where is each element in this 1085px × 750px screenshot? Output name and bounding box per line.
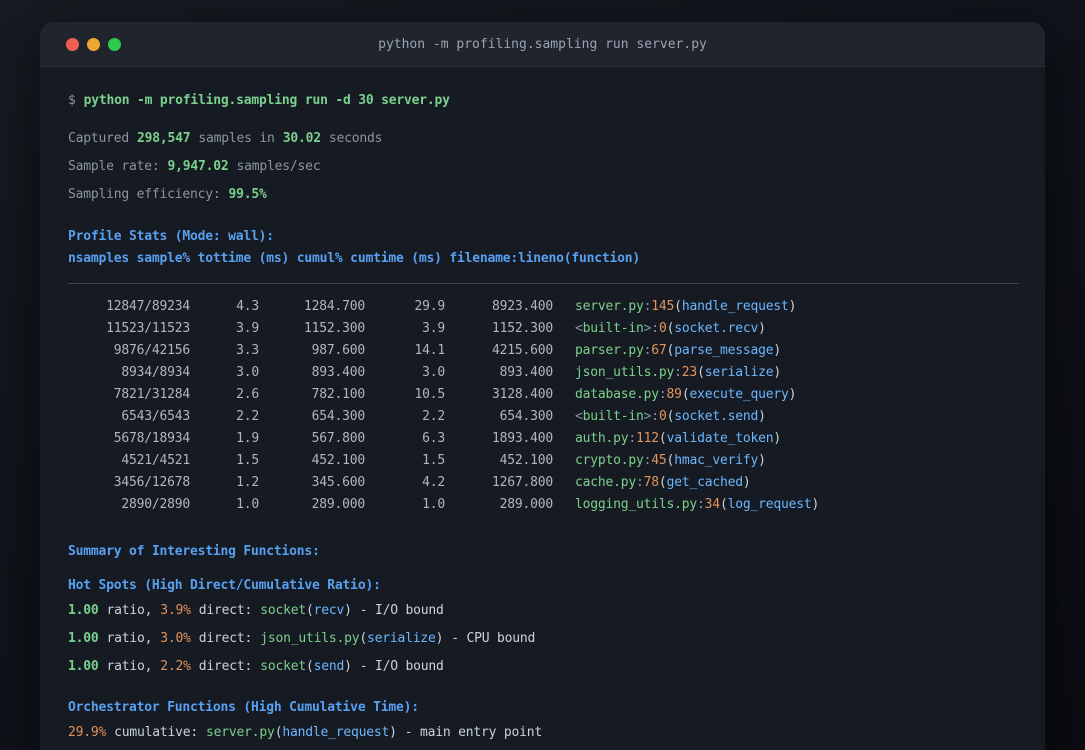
function-ref: <built-in>:0(socket.send) <box>575 409 766 424</box>
hot-spot-item: 1.00 ratio, 3.0% direct: json_utils.py(seria… <box>68 631 536 646</box>
efficiency-line: Sampling efficiency: 99.5% <box>68 185 1019 205</box>
table-row: 8934/8934 3.0 893.400 3.0 893.400 json_utils.… <box>121 365 781 380</box>
captured-samples: 298,547 <box>137 131 191 146</box>
hot-spots-heading: Hot Spots (High Direct/Cumulative Ratio)… <box>68 578 381 593</box>
table-row: 11523/11523 3.9 1152.300 3.9 1152.300 <built-… <box>106 321 766 336</box>
table-row: 7821/31284 2.6 782.100 10.5 3128.400 database… <box>113 387 797 402</box>
sample-rate-line: Sample rate: 9,947.02 samples/sec <box>68 157 1019 177</box>
orchestrator-item: 29.9% cumulative: server.py(handle_request… <box>68 725 543 740</box>
command-text: python -m profiling.sampling run -d 30 s… <box>83 93 450 108</box>
table-row: 5678/18934 1.9 567.800 6.3 1893.400 auth.py:1… <box>113 431 781 446</box>
table-row: 4521/4521 1.5 452.100 1.5 452.100 crypto.py:4… <box>121 453 766 468</box>
table-row: 9876/42156 3.3 987.600 14.1 4215.600 parser.p… <box>113 343 781 358</box>
table-row: 3456/12678 1.2 345.600 4.2 1267.800 cache.py:… <box>113 475 751 490</box>
function-ref: server.py:145(handle_request) <box>575 299 797 314</box>
prompt-symbol: $ <box>68 93 76 108</box>
table-row: 6543/6543 2.2 654.300 2.2 654.300 <built-in>:… <box>121 409 766 424</box>
hot-spot-item: 1.00 ratio, 3.9% direct: socket(recv) - I/O b… <box>68 603 444 618</box>
command-line: $ python -m profiling.sampling run -d 30 … <box>68 91 1019 111</box>
efficiency-label: Sampling efficiency: <box>68 187 221 202</box>
function-ref: crypto.py:45(hmac_verify) <box>575 453 766 468</box>
captured-suffix-label: seconds <box>328 131 383 146</box>
function-ref: json_utils.py:23(serialize) <box>575 365 781 380</box>
rate-value: 9,947.02 <box>167 159 229 174</box>
function-ref: parser.py:67(parse_message) <box>575 343 781 358</box>
table-columns-header: nsamples sample% tottime (ms) cumul% cum… <box>68 251 640 266</box>
window-title: python -m profiling.sampling run server.… <box>378 36 707 52</box>
captured-label: Captured <box>68 131 130 146</box>
function-ref: database.py:89(execute_query) <box>575 387 797 402</box>
table-row: 2890/2890 1.0 289.000 1.0 289.000 logging_uti… <box>121 497 820 512</box>
hot-spot-item: 1.00 ratio, 2.2% direct: socket(send) - I/O b… <box>68 659 444 674</box>
table-row: 12847/89234 4.3 1284.700 29.9 8923.400 server… <box>106 299 797 314</box>
rate-label: Sample rate: <box>68 159 160 174</box>
profile-table: 12847/89234 4.3 1284.700 29.9 8923.400 server… <box>68 296 1019 516</box>
titlebar: python -m profiling.sampling run server.… <box>40 22 1045 67</box>
captured-duration: 30.02 <box>282 131 321 146</box>
function-ref: cache.py:78(get_cached) <box>575 475 751 490</box>
profile-stats-heading: Profile Stats (Mode: wall): <box>68 229 274 244</box>
function-ref: auth.py:112(validate_token) <box>575 431 781 446</box>
minimize-button-icon[interactable] <box>87 37 100 51</box>
traffic-lights <box>66 22 121 66</box>
rate-suffix-label: samples/sec <box>236 159 321 174</box>
captured-mid-label: samples in <box>198 131 275 146</box>
efficiency-value: 99.5% <box>228 187 267 202</box>
terminal-content[interactable]: $ python -m profiling.sampling run -d 30 … <box>40 67 1045 750</box>
header-divider <box>68 283 1019 284</box>
orchestrator-heading: Orchestrator Functions (High Cumulative … <box>68 700 419 715</box>
function-ref: logging_utils.py:34(log_request) <box>575 497 820 512</box>
maximize-button-icon[interactable] <box>108 37 121 51</box>
summary-heading: Summary of Interesting Functions: <box>68 544 320 559</box>
captured-line: Captured 298,547 samples in 30.02 seconds <box>68 129 1019 149</box>
terminal-window: python -m profiling.sampling run server.… <box>40 22 1045 750</box>
close-button-icon[interactable] <box>66 37 79 51</box>
function-ref: <built-in>:0(socket.recv) <box>575 321 766 336</box>
